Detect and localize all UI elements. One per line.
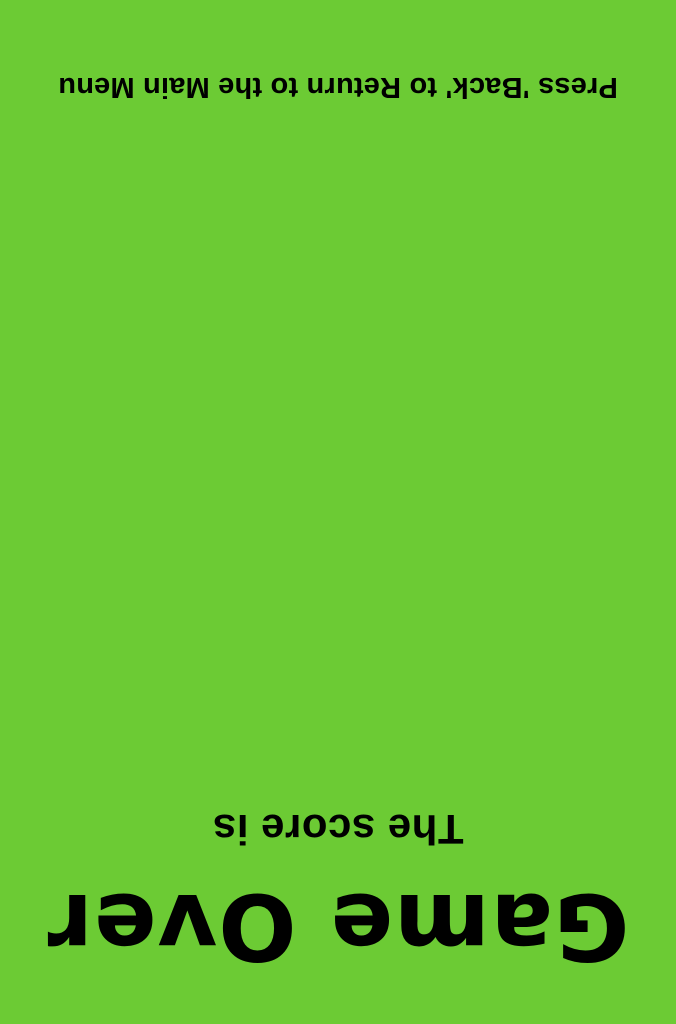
game-over-title: Game Over — [46, 873, 630, 980]
score-label: The score is — [212, 806, 464, 853]
game-over-screen: Press 'Back' to Return to the Main Menu … — [0, 0, 676, 1024]
back-to-menu-hint: Press 'Back' to Return to the Main Menu — [58, 71, 618, 103]
